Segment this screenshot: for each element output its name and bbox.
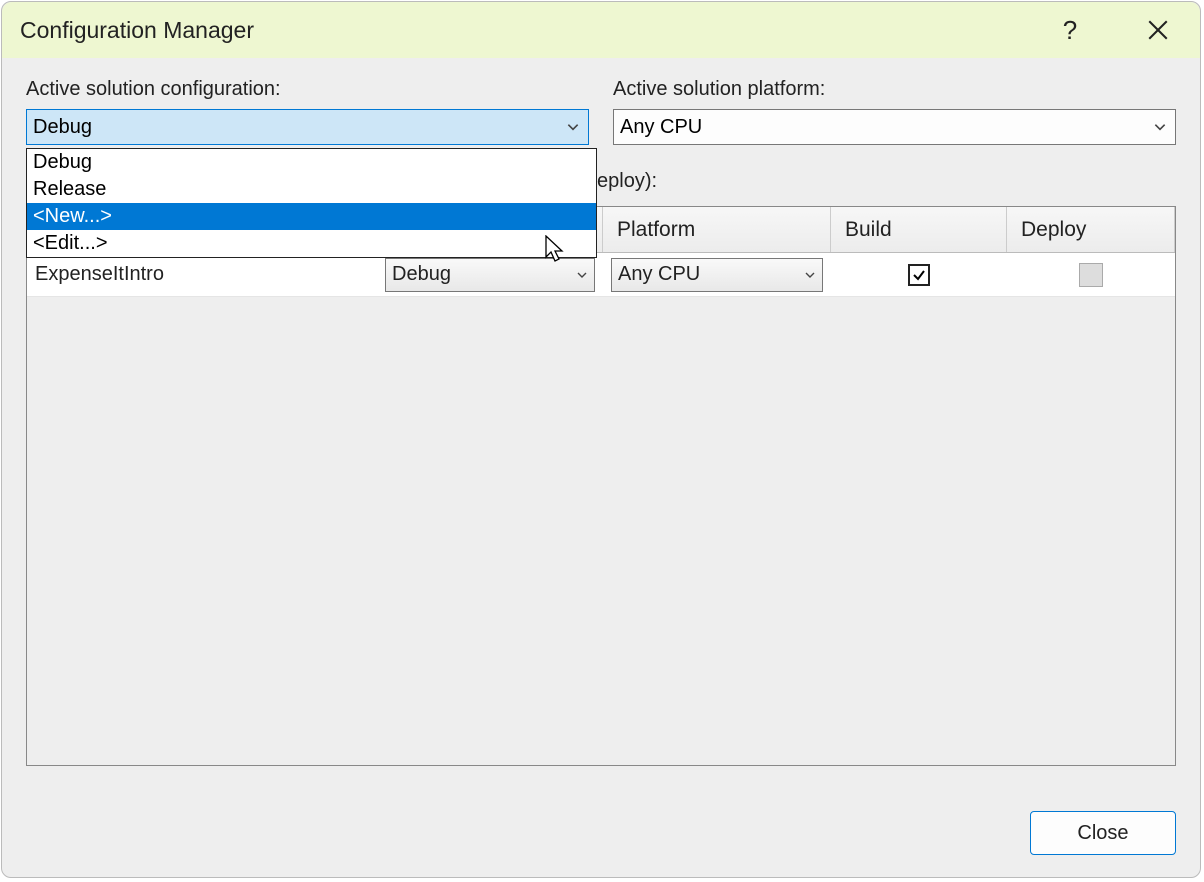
cell-build <box>831 253 1007 296</box>
header-build: Build <box>831 207 1007 252</box>
close-icon <box>1148 20 1168 40</box>
cell-platform: Any CPU <box>603 253 831 296</box>
help-button[interactable]: ? <box>1046 6 1094 54</box>
cell-configuration: Debug <box>377 253 603 296</box>
dropdown-option-debug[interactable]: Debug <box>27 149 596 176</box>
active-config-combo[interactable]: Debug <box>26 109 589 145</box>
active-config-dropdown[interactable]: Debug Release <New...> <Edit...> <box>26 148 597 258</box>
row-platform-combo[interactable]: Any CPU <box>611 258 823 292</box>
checkmark-icon <box>911 267 927 283</box>
active-platform-value: Any CPU <box>620 116 1153 139</box>
dropdown-option-new[interactable]: <New...> <box>27 203 596 230</box>
close-button[interactable]: Close <box>1030 811 1176 855</box>
header-platform: Platform <box>603 207 831 252</box>
configuration-manager-dialog: Configuration Manager ? Active solution … <box>1 1 1201 878</box>
project-grid: Project Configuration Platform Build Dep… <box>26 206 1176 766</box>
row-platform-value: Any CPU <box>618 263 700 286</box>
active-platform-label: Active solution platform: <box>613 78 1176 101</box>
table-row: ExpenseItIntro Debug Any CPU <box>27 253 1175 297</box>
window-close-button[interactable] <box>1134 6 1182 54</box>
header-deploy: Deploy <box>1007 207 1175 252</box>
context-hint-partial: eploy): <box>597 170 657 193</box>
cell-deploy <box>1007 253 1175 296</box>
titlebar: Configuration Manager ? <box>2 2 1200 58</box>
active-platform-combo[interactable]: Any CPU <box>613 109 1176 145</box>
active-config-label: Active solution configuration: <box>26 78 589 101</box>
build-checkbox[interactable] <box>908 264 930 286</box>
row-config-combo[interactable]: Debug <box>385 258 595 292</box>
deploy-checkbox <box>1079 263 1103 287</box>
active-config-value: Debug <box>33 116 566 139</box>
chevron-down-icon <box>804 269 816 281</box>
dialog-title: Configuration Manager <box>20 17 1046 44</box>
dropdown-option-edit[interactable]: <Edit...> <box>27 230 596 257</box>
dropdown-option-release[interactable]: Release <box>27 176 596 203</box>
row-config-value: Debug <box>392 263 451 286</box>
chevron-down-icon <box>576 269 588 281</box>
chevron-down-icon <box>1153 120 1167 134</box>
chevron-down-icon <box>566 120 580 134</box>
cell-project: ExpenseItIntro <box>27 253 377 296</box>
